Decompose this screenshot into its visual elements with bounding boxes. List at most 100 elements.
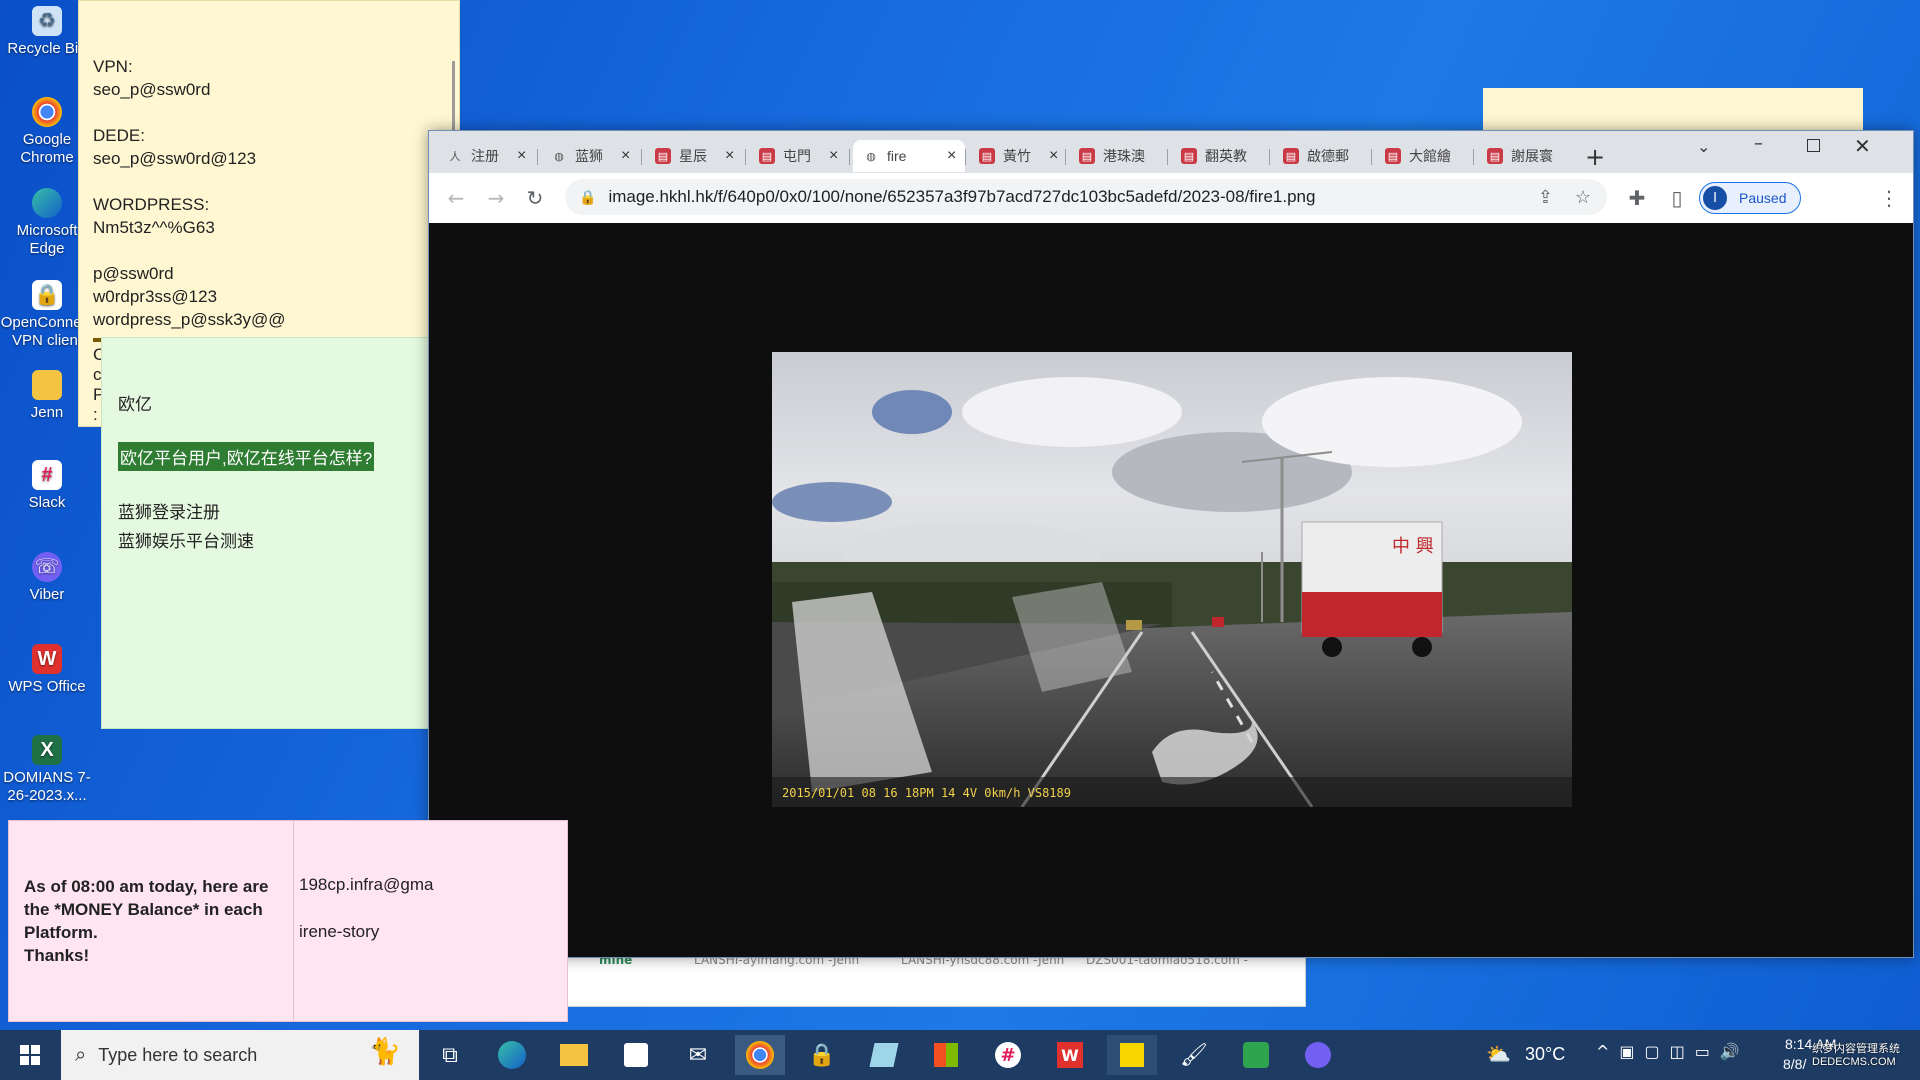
tab-separator — [1473, 149, 1474, 165]
start-button[interactable] — [5, 1035, 55, 1075]
forward-button[interactable]: → — [481, 183, 511, 213]
minimize-button[interactable]: – — [1754, 133, 1763, 154]
extensions-puzzle-icon[interactable]: ✚ — [1622, 183, 1652, 213]
weather-temperature[interactable]: 30°C — [1525, 1044, 1565, 1065]
browser-tab[interactable]: ◍ fire × — [853, 140, 965, 172]
menu-kebab-icon[interactable]: ⋮ — [1874, 183, 1904, 213]
note-line: p@ssw0rd — [93, 264, 174, 283]
browser-tab[interactable]: ▤ 大館繪 — [1375, 140, 1473, 172]
profile-status: Paused — [1739, 190, 1787, 206]
back-button[interactable]: ← — [441, 183, 471, 213]
tab-title: 黃竹 — [1003, 148, 1031, 164]
background-spreadsheet-window[interactable]: ⇤ ‹ › ⇥ mine LANSHI-ayimang.com -Jenn LA… — [448, 950, 1306, 1007]
edge-taskbar-icon[interactable] — [487, 1035, 537, 1075]
desktop-icon-domians[interactable]: X DOMIANS 7-26-2023.x... — [0, 735, 94, 805]
note-line: 198cp.infra@gma — [299, 875, 434, 894]
sticky-notes-taskbar-icon[interactable] — [1107, 1035, 1157, 1075]
browser-toolbar: ← → ↻ 🔒 image.hkhl.hk/f/640p0/0x0/100/no… — [429, 173, 1913, 224]
close-window-button[interactable]: ✕ — [1854, 134, 1871, 158]
bookmark-star-icon[interactable]: ☆ — [1575, 187, 1591, 208]
tab-strip: + ⌄ – ✕ 人注册 × ◍ 蓝狮 × ▤ 星辰 × ▤ 屯門 × ◍ fire × ▤ 黃竹 × ▤ 港珠澳 ▤ 翻… — [429, 131, 1913, 173]
url-text: image.hkhl.hk/f/640p0/0x0/100/none/65235… — [608, 187, 1316, 206]
address-bar[interactable]: 🔒 image.hkhl.hk/f/640p0/0x0/100/none/652… — [565, 179, 1607, 215]
note-line: seo_p@ssw0rd@123 — [93, 149, 257, 168]
news-icon: ▤ — [1079, 148, 1095, 164]
search-placeholder: Type here to search — [98, 1044, 258, 1065]
note-line: DEDE: — [93, 126, 145, 145]
tab-title: 屯門 — [783, 148, 811, 164]
sticky-note-money-balance[interactable]: As of 08:00 am today, here are the *MONE… — [8, 820, 295, 1022]
weather-icon[interactable]: ⛅ — [1486, 1042, 1511, 1066]
browser-tab[interactable]: ▤ 星辰 × — [645, 140, 743, 172]
desktop-icon-label: Viber — [29, 586, 65, 603]
sticky-note-yellow-right[interactable] — [1483, 88, 1863, 133]
tab-separator — [965, 149, 966, 165]
maximize-button[interactable] — [1807, 139, 1820, 152]
news-icon: ▤ — [1385, 148, 1401, 164]
truck-text: 中 興 — [1392, 536, 1434, 557]
globe-icon: ◍ — [554, 150, 564, 163]
close-tab-icon[interactable]: × — [725, 147, 743, 165]
desktop-icon-wps[interactable]: W WPS Office — [0, 644, 94, 696]
close-tab-icon[interactable]: × — [621, 147, 639, 165]
system-tray-icons[interactable]: ^▣▢◫▭🔊 — [1596, 1042, 1750, 1061]
close-tab-icon[interactable]: × — [947, 147, 965, 165]
note-line: VPN: — [93, 57, 133, 76]
tab-separator — [537, 149, 538, 165]
news-icon: ▤ — [655, 148, 671, 164]
sticky-note-accounts[interactable]: 198cp.infra@gma irene-story — [293, 820, 568, 1022]
task-view-icon[interactable]: ⧉ — [425, 1035, 475, 1075]
share-icon[interactable]: ⇪ — [1538, 187, 1553, 208]
reload-button[interactable]: ↻ — [520, 183, 550, 213]
clock-date[interactable]: 8/8/ — [1783, 1056, 1806, 1072]
browser-tab[interactable]: ▤ 翻英教 — [1171, 140, 1269, 172]
green-app-icon[interactable] — [1231, 1035, 1281, 1075]
desktop-icon-label: Jenn — [30, 404, 64, 421]
taskbar-search[interactable]: ⌕ Type here to search 🐈 — [61, 1030, 419, 1080]
note-line: wordpress_p@ssk3y@@ — [93, 310, 286, 329]
lock-icon: 🔒 — [579, 188, 597, 205]
close-tab-icon[interactable]: × — [517, 147, 535, 165]
browser-tab[interactable]: ▤ 屯門 × — [749, 140, 847, 172]
wps-office-icon: W — [32, 644, 62, 674]
desktop-icon-slack[interactable]: # Slack — [0, 460, 94, 512]
close-tab-icon[interactable]: × — [829, 147, 847, 165]
browser-tab[interactable]: ▤ 黃竹 × — [969, 140, 1067, 172]
slack-taskbar-icon[interactable]: # — [983, 1035, 1033, 1075]
edge-icon — [32, 188, 62, 218]
chrome-taskbar-icon[interactable] — [735, 1035, 785, 1075]
browser-tab[interactable]: 人注册 × — [437, 140, 535, 172]
desktop-icon-label: WPS Office — [8, 678, 86, 695]
brush-app-icon[interactable]: 🖌 — [1169, 1035, 1219, 1075]
recycle-bin-icon: ♻ — [32, 6, 62, 36]
news-icon: ▤ — [1181, 148, 1197, 164]
wps-taskbar-icon[interactable]: W — [1045, 1035, 1095, 1075]
browser-tab[interactable]: ▤ 港珠澳 — [1069, 140, 1167, 172]
sticky-note-green[interactable]: 欧亿 欧亿平台用户,欧亿在线平台怎样? 蓝狮登录注册 蓝狮娱乐平台测速 — [101, 337, 433, 729]
microsoft-store-icon[interactable] — [611, 1035, 661, 1075]
excel-file-icon: X — [32, 735, 62, 765]
cat-search-highlight-icon: 🐈 — [368, 1036, 401, 1066]
notes-app-icon[interactable] — [859, 1035, 909, 1075]
desktop-icon-viber[interactable]: ☏ Viber — [0, 552, 94, 604]
new-tab-button[interactable]: + — [1580, 142, 1610, 172]
folder-icon — [32, 370, 62, 400]
dashcam-photo[interactable]: 中 興 2015/01/01 08 16 18PM 14 4V 0km/h VS… — [772, 352, 1572, 807]
note-line: irene-story — [299, 922, 380, 941]
chrome-browser-window[interactable]: + ⌄ – ✕ 人注册 × ◍ 蓝狮 × ▤ 星辰 × ▤ 屯門 × ◍ fire × ▤ 黃竹 × ▤ 港珠澳 ▤ 翻… — [428, 130, 1914, 958]
news-icon: ▤ — [1487, 148, 1503, 164]
desktop: { "desktop": { "icons": [ {"label": "Rec… — [0, 0, 1920, 1080]
tab-separator — [1167, 149, 1168, 165]
viber-taskbar-icon[interactable] — [1293, 1035, 1343, 1075]
browser-tab[interactable]: ◍ 蓝狮 × — [541, 140, 639, 172]
vpn-taskbar-icon[interactable]: 🔒 — [797, 1035, 847, 1075]
profile-paused-button[interactable]: I Paused — [1699, 182, 1801, 214]
browser-tab[interactable]: ▤ 啟德郵 — [1273, 140, 1371, 172]
desktop-icon-label: Google Chrome — [20, 131, 74, 166]
browser-tab[interactable]: ▤ 謝展寰 — [1477, 140, 1575, 172]
windows-color-app-icon[interactable] — [921, 1035, 971, 1075]
file-explorer-icon[interactable] — [549, 1035, 599, 1075]
mail-icon[interactable]: ✉ — [673, 1035, 723, 1075]
side-panel-icon[interactable]: ▯ — [1662, 183, 1692, 213]
tab-search-icon[interactable]: ⌄ — [1697, 137, 1710, 156]
